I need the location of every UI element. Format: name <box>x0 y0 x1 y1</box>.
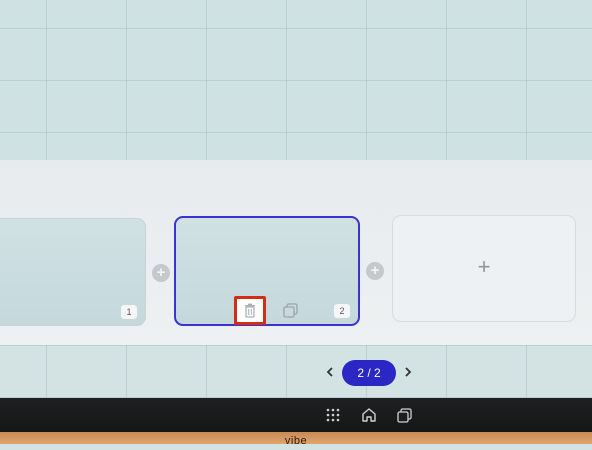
chevron-left-icon[interactable] <box>322 362 338 382</box>
whiteboard-canvas-lower[interactable] <box>0 345 592 400</box>
trash-icon <box>245 303 255 318</box>
system-navigation-bar <box>0 398 592 432</box>
page-number-badge: 1 <box>121 305 137 319</box>
duplicate-icon <box>283 303 298 318</box>
insert-page-button[interactable]: + <box>366 262 384 280</box>
device-bezel: vibe <box>0 432 592 447</box>
duplicate-page-button[interactable] <box>282 302 300 320</box>
page-number-badge: 2 <box>334 304 350 318</box>
brand-logo: vibe <box>284 435 308 447</box>
insert-page-button[interactable]: + <box>152 264 170 282</box>
home-icon[interactable] <box>360 406 378 424</box>
page-thumbnail-2[interactable]: 2 <box>174 216 360 326</box>
recent-apps-icon[interactable] <box>396 406 414 424</box>
whiteboard-canvas[interactable] <box>0 0 592 168</box>
page-indicator[interactable]: 2 / 2 <box>342 360 396 386</box>
page-thumbnail-1[interactable]: 1 <box>0 218 146 326</box>
chevron-right-icon[interactable] <box>400 362 416 382</box>
apps-grid-icon[interactable] <box>324 406 342 424</box>
add-page-card[interactable]: + <box>392 215 576 322</box>
add-page-icon: + <box>477 254 491 279</box>
delete-page-button[interactable] <box>234 296 266 325</box>
